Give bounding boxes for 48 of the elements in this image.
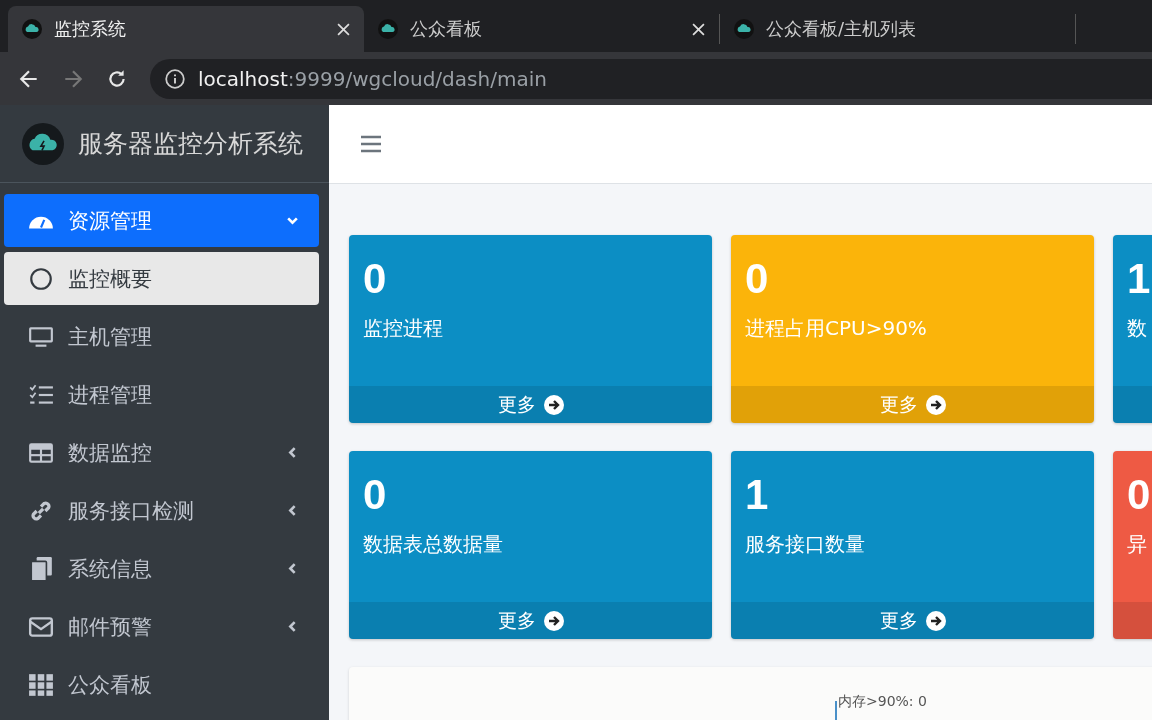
tab-title: 公众看板/主机列表 — [766, 17, 918, 41]
arrow-circle-icon — [543, 610, 564, 631]
stat-label: 服务接口数量 — [745, 531, 865, 558]
menu-icon[interactable] — [361, 135, 381, 153]
stat-value: 1 — [1127, 255, 1151, 303]
arrow-circle-icon — [925, 394, 946, 415]
menu-item[interactable]: 进程管理 — [4, 368, 319, 421]
menu-item[interactable]: 服务接口检测 — [4, 484, 319, 537]
cloud-icon — [22, 19, 42, 39]
stat-label: 数据表总数据量 — [363, 531, 503, 558]
submenu-item[interactable]: 监控概要 — [4, 252, 319, 305]
close-icon[interactable] — [692, 22, 705, 36]
stat-label: 监控进程 — [363, 315, 443, 342]
brand-title: 服务器监控分析系统 — [78, 128, 303, 160]
info-icon — [164, 67, 186, 90]
close-icon[interactable] — [337, 22, 350, 36]
browser-tab[interactable]: 监控系统 — [8, 6, 364, 52]
more-link[interactable]: 更多 — [879, 607, 946, 634]
cloud-logo-icon — [22, 122, 64, 165]
menu-item[interactable]: 公众看板 — [4, 658, 319, 711]
cloud-icon — [378, 19, 398, 39]
tab-title: 公众看板 — [410, 17, 483, 41]
grid-icon — [28, 671, 54, 698]
stat-value: 1 — [745, 471, 769, 519]
more-link[interactable]: 更多 — [497, 391, 564, 418]
stat-label: 数 — [1127, 315, 1147, 342]
cloud-icon — [734, 19, 754, 39]
stat-value: 0 — [363, 471, 387, 519]
more-link[interactable]: 更多 — [497, 607, 564, 634]
stat-value: 0 — [1127, 471, 1151, 519]
stat-label: 进程占用CPU>90% — [745, 315, 927, 342]
browser-tab[interactable]: 公众看板/主机列表 — [720, 14, 1076, 44]
menu-item[interactable]: 主机管理 — [4, 310, 319, 363]
arrow-circle-icon — [925, 610, 946, 631]
menu-item[interactable]: 数据监控 — [4, 426, 319, 479]
menu-item[interactable]: 资源管理 — [4, 194, 319, 247]
menu-item[interactable]: 系统信息 — [4, 542, 319, 595]
stat-value: 0 — [745, 255, 769, 303]
stat-value: 0 — [363, 255, 387, 303]
url-text: localhost:9999/wgcloud/dash/main — [198, 66, 547, 91]
browser-tab[interactable]: 公众看板 — [364, 14, 720, 44]
circle-icon — [28, 265, 54, 292]
tab-title: 监控系统 — [54, 17, 127, 41]
address-bar[interactable]: localhost:9999/wgcloud/dash/main — [150, 58, 1152, 99]
arrow-circle-icon — [543, 394, 564, 415]
menu-item[interactable]: 邮件预警 — [4, 600, 319, 653]
chart-legend: 内存>90%: 0 — [838, 693, 927, 720]
stat-label: 异 — [1127, 531, 1147, 558]
